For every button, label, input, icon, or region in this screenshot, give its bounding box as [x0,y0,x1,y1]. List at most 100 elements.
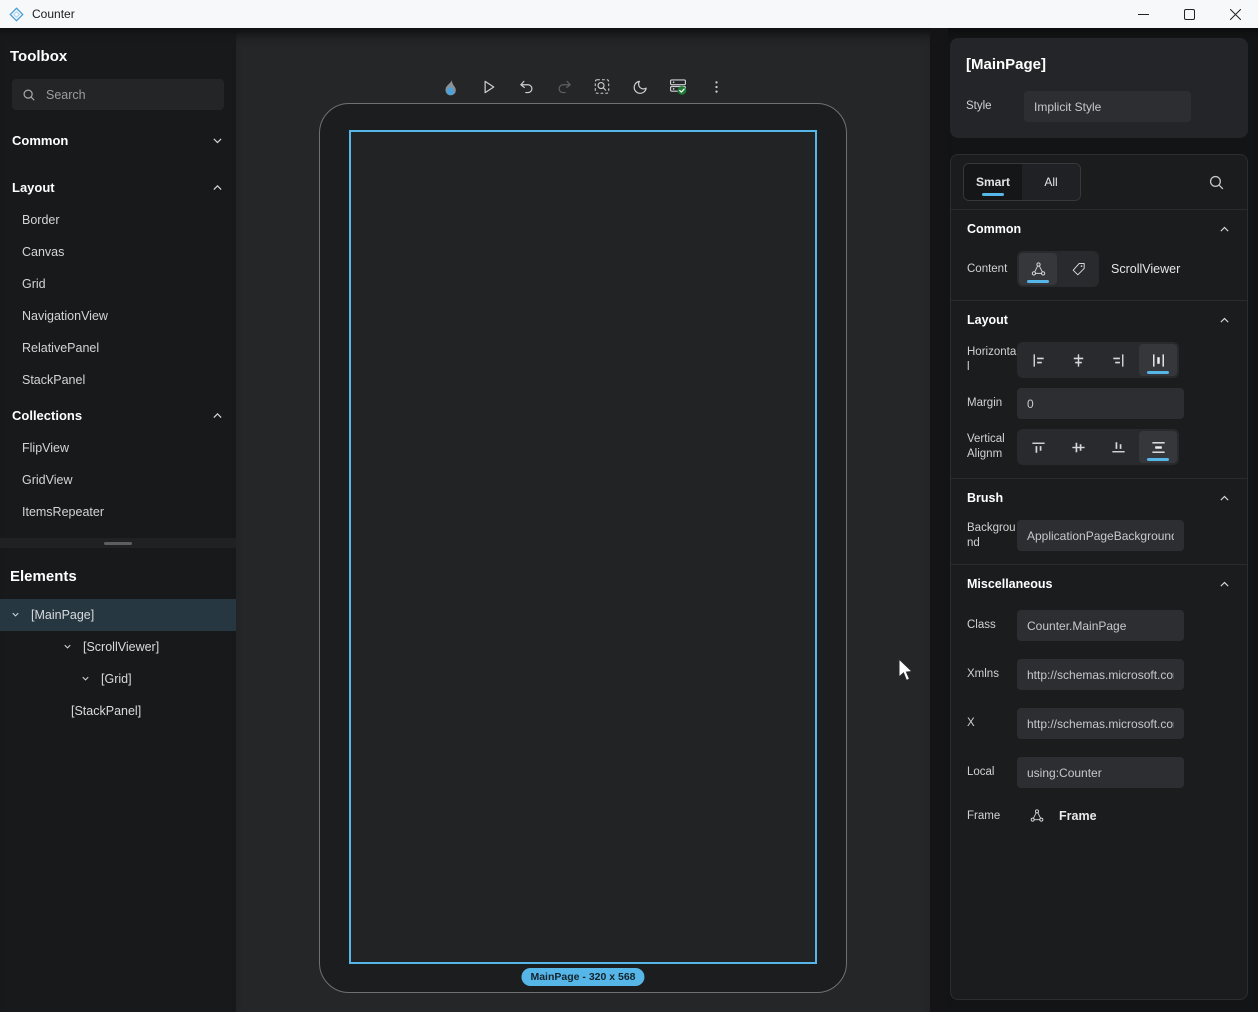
toolbox-section-common[interactable]: Common [0,123,236,157]
toolbox-item-relativepanel[interactable]: RelativePanel [0,332,236,364]
tree-item-mainpage[interactable]: [MainPage] [0,599,236,631]
toolbox-item-flipview[interactable]: FlipView [0,432,236,464]
horizontal-label: Horizontal [967,345,1017,375]
x-input[interactable] [1017,708,1184,739]
class-row: Class [951,605,1247,646]
redo-icon [555,78,573,96]
connection-status-button[interactable] [664,72,693,101]
selection-header-card: [MainPage] Style [950,38,1248,138]
hot-reload-button[interactable] [436,72,465,101]
toolbox-item-gridview[interactable]: GridView [0,464,236,496]
horizontal-alignment-row: Horizontal [951,337,1247,383]
moon-icon [631,78,649,96]
design-canvas[interactable]: MainPage - 320 x 568 [236,28,930,1012]
more-options-button[interactable] [702,72,731,101]
kebab-menu-icon [708,79,724,95]
align-bottom-icon [1110,439,1127,456]
chevron-up-icon [211,409,224,422]
vertical-alignment-row: Vertical Alignm [951,424,1247,470]
maximize-button[interactable] [1166,0,1212,28]
style-input[interactable] [1024,91,1191,122]
section-miscellaneous[interactable]: Miscellaneous [951,565,1247,601]
page-size-badge: MainPage - 320 x 568 [521,968,644,986]
toolbox-item-itemsrepeater[interactable]: ItemsRepeater [0,496,236,528]
element-mode-button[interactable] [1019,253,1057,285]
stretch-h-icon [1150,352,1167,369]
v-align-center-button[interactable] [1059,431,1097,463]
server-check-icon [668,76,689,97]
h-align-right-button[interactable] [1099,344,1137,376]
tab-switcher: Smart All [963,163,1081,201]
xmlns-row: Xmlns [951,654,1247,695]
h-align-center-button[interactable] [1059,344,1097,376]
align-center-h-icon [1070,352,1087,369]
titlebar: Counter [0,0,1258,28]
h-align-left-button[interactable] [1019,344,1057,376]
play-icon [479,78,497,96]
canvas-toolbar [436,72,731,101]
toolbox-item-canvas[interactable]: Canvas [0,236,236,268]
close-button[interactable] [1212,0,1258,28]
chevron-down-icon[interactable] [62,641,74,653]
properties-panel: [MainPage] Style Smart All [948,28,1258,1012]
elements-title: Elements [0,548,236,599]
chevron-up-icon [1218,492,1231,505]
window-title: Counter [32,7,75,21]
selected-element-title: [MainPage] [966,56,1232,73]
window-controls [1120,0,1258,28]
local-input[interactable] [1017,757,1184,788]
align-top-icon [1030,439,1047,456]
toolbox-item-navigationview[interactable]: NavigationView [0,300,236,332]
toolbox-section-layout[interactable]: Layout [0,170,236,204]
background-input[interactable] [1017,520,1184,551]
chevron-down-icon [211,134,224,147]
v-align-top-button[interactable] [1019,431,1057,463]
redo-button[interactable] [550,72,579,101]
local-row: Local [951,752,1247,793]
mainpage-selection[interactable] [349,130,817,964]
content-label: Content [967,262,1017,277]
undo-button[interactable] [512,72,541,101]
align-right-icon [1110,352,1127,369]
section-common[interactable]: Common [951,210,1247,246]
toolbox-section-collections[interactable]: Collections [0,398,236,432]
chevron-down-icon[interactable] [10,609,22,621]
theme-toggle-button[interactable] [626,72,655,101]
search-icon [22,88,36,102]
align-center-v-icon [1070,439,1087,456]
toolbox-search[interactable] [12,79,224,110]
tag-mode-button[interactable] [1059,253,1097,285]
chevron-down-icon[interactable] [80,673,92,685]
device-frame[interactable]: MainPage - 320 x 568 [319,103,847,993]
v-align-bottom-button[interactable] [1099,431,1137,463]
vertical-label: Vertical Alignm [967,432,1017,462]
minimize-button[interactable] [1120,0,1166,28]
panel-splitter[interactable] [0,538,236,548]
content-value: ScrollViewer [1111,262,1180,276]
v-align-stretch-button[interactable] [1139,431,1177,463]
class-input[interactable] [1017,610,1184,641]
xmlns-input[interactable] [1017,659,1184,690]
chevron-up-icon [1218,578,1231,591]
toolbox-search-input[interactable] [46,88,214,102]
zoom-region-button[interactable] [588,72,617,101]
frame-value[interactable]: Frame [1059,809,1097,823]
section-layout[interactable]: Layout [951,301,1247,337]
tab-smart[interactable]: Smart [964,164,1022,200]
h-align-stretch-button[interactable] [1139,344,1177,376]
content-row: Content [951,246,1247,292]
play-button[interactable] [474,72,503,101]
tree-item-scrollviewer[interactable]: [ScrollViewer] [0,631,236,663]
chevron-up-icon [1218,314,1231,327]
left-sidebar: Toolbox Common Layout Bord [0,28,236,1012]
properties-search-icon[interactable] [1208,174,1225,191]
tab-all[interactable]: All [1022,164,1080,200]
toolbox-item-stackpanel[interactable]: StackPanel [0,364,236,396]
stretch-v-icon [1150,439,1167,456]
tree-item-grid[interactable]: [Grid] [0,663,236,695]
section-brush[interactable]: Brush [951,479,1247,515]
toolbox-item-grid[interactable]: Grid [0,268,236,300]
toolbox-item-border[interactable]: Border [0,204,236,236]
tree-item-stackpanel[interactable]: [StackPanel] [0,695,236,727]
margin-input[interactable] [1017,388,1184,419]
